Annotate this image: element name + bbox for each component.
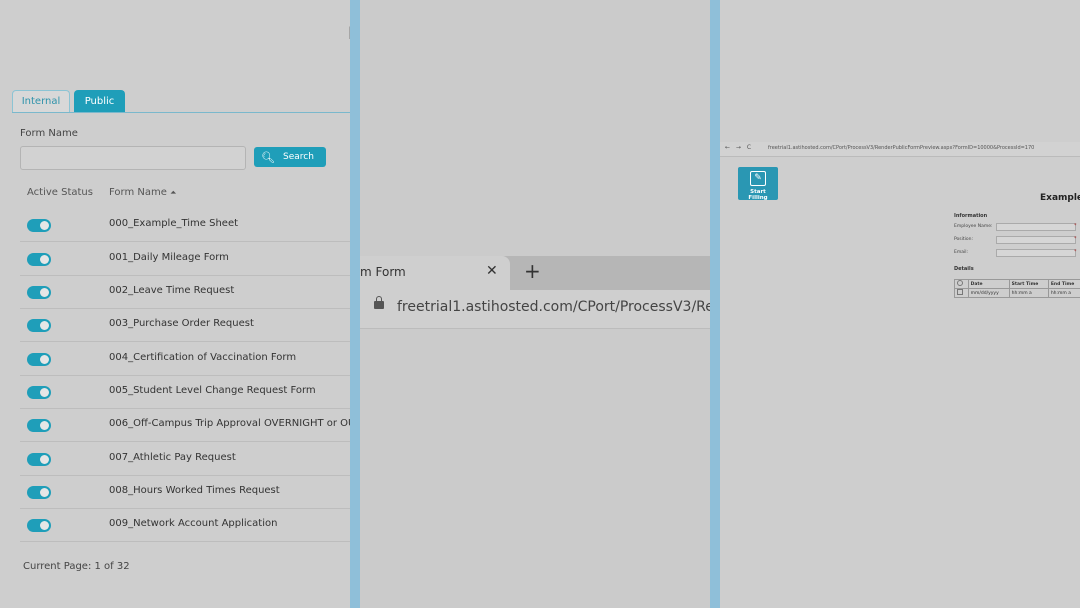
details-table: Date Start Time End Time mm/dd/yyyy hh:m… [954, 279, 1080, 298]
table-row: 004_Certification of Vaccination Form [20, 342, 350, 376]
field-label-employee-name: Employee Name: [954, 224, 993, 229]
table-row: 006_Off-Campus Trip Approval OVERNIGHT o… [20, 408, 350, 442]
form-name-cell[interactable]: 002_Leave Time Request [109, 285, 234, 296]
table-row: 003_Purchase Order Request [20, 308, 350, 342]
table-row: 000_Example_Time Sheet [20, 208, 350, 242]
tab-public[interactable]: Public [74, 90, 125, 113]
tab-internal[interactable]: Internal [12, 90, 70, 113]
section-details: Details [954, 266, 974, 272]
form-name-cell[interactable]: 001_Daily Mileage Form [109, 252, 229, 263]
form-name-cell[interactable]: 004_Certification of Vaccination Form [109, 352, 296, 363]
column-header-form-name-label: Form Name [109, 187, 167, 198]
position-field[interactable] [996, 236, 1076, 244]
column-header-end-time: End Time [1047, 279, 1080, 289]
details-table-header: Date Start Time End Time [954, 279, 1080, 289]
select-all-radio[interactable] [954, 279, 969, 289]
address-url[interactable]: freetrial1.astihosted.com/CPort/ProcessV… [397, 299, 710, 315]
column-header-active-status[interactable]: Active Status [27, 187, 93, 198]
table-row: 001_Daily Mileage Form [20, 242, 350, 276]
mini-address-url[interactable]: freetrial1.astihosted.com/CPort/ProcessV… [768, 145, 1034, 151]
active-toggle[interactable] [27, 453, 51, 466]
start-time-input[interactable]: hh:mm a [1008, 288, 1049, 298]
search-icon: 🔍︎ [261, 151, 275, 164]
form-name-cell[interactable]: 003_Purchase Order Request [109, 318, 254, 329]
active-toggle[interactable] [27, 219, 51, 232]
active-toggle[interactable] [27, 386, 51, 399]
active-toggle[interactable] [27, 519, 51, 532]
form-name-cell[interactable]: 008_Hours Worked Times Request [109, 485, 280, 496]
active-toggle[interactable] [27, 486, 51, 499]
browser-zoom-panel: m Form ✕ + freetrial1.astihosted.com/CPo… [360, 0, 710, 608]
table-row: mm/dd/yyyy hh:mm a hh:mm a [954, 288, 1080, 298]
table-row: 007_Athletic Pay Request [20, 442, 350, 476]
lock-icon [374, 296, 384, 309]
active-toggle[interactable] [27, 286, 51, 299]
column-header-form-name[interactable]: Form Name ⏶ [109, 187, 176, 198]
forms-list-panel: Internal Public Form Name 🔍︎ Search Acti… [0, 0, 350, 608]
row-checkbox[interactable] [954, 288, 969, 298]
start-filling-label: Start Filling [748, 189, 768, 201]
required-mark: * [1074, 236, 1077, 242]
table-row: 005_Student Level Change Request Form [20, 375, 350, 409]
form-name-input[interactable] [20, 146, 246, 170]
required-mark: * [1074, 223, 1077, 229]
table-row: 008_Hours Worked Times Request [20, 475, 350, 509]
pagination-status: Current Page: 1 of 32 [23, 561, 130, 572]
active-toggle[interactable] [27, 353, 51, 366]
start-filling-button[interactable]: ✎ Start Filling [738, 167, 778, 201]
field-label-email: Email: [954, 250, 969, 255]
table-row: 009_Network Account Application [20, 508, 350, 542]
browser-nav-icons[interactable]: ← → C [725, 144, 753, 151]
active-toggle[interactable] [27, 253, 51, 266]
active-toggle[interactable] [27, 419, 51, 432]
field-label-position: Position: [954, 237, 974, 242]
form-name-cell[interactable]: 006_Off-Campus Trip Approval OVERNIGHT o… [109, 418, 350, 429]
tab-divider [12, 112, 350, 113]
form-title: Example [1040, 193, 1080, 203]
section-information: Information [954, 213, 988, 219]
close-tab-icon[interactable]: ✕ [486, 263, 498, 279]
search-button-label: Search [283, 152, 314, 162]
required-mark: * [1074, 249, 1077, 255]
form-name-label: Form Name [20, 128, 78, 139]
employee-name-field[interactable] [996, 223, 1076, 231]
form-name-cell[interactable]: 005_Student Level Change Request Form [109, 385, 316, 396]
column-header-start-time: Start Time [1008, 279, 1049, 289]
date-input[interactable]: mm/dd/yyyy [967, 288, 1010, 298]
form-preview-panel: ← → C freetrial1.astihosted.com/CPort/Pr… [720, 0, 1080, 608]
panel-divider [710, 0, 720, 608]
form-name-cell[interactable]: 009_Network Account Application [109, 518, 277, 529]
form-name-cell[interactable]: 007_Athletic Pay Request [109, 452, 236, 463]
table-row: 002_Leave Time Request [20, 275, 350, 309]
email-field[interactable] [996, 249, 1076, 257]
sort-arrow-icon: ⏶ [170, 188, 177, 197]
panel-divider [350, 0, 360, 608]
search-button[interactable]: 🔍︎ Search [254, 147, 326, 167]
end-time-input[interactable]: hh:mm a [1047, 288, 1080, 298]
active-toggle[interactable] [27, 319, 51, 332]
form-name-cell[interactable]: 000_Example_Time Sheet [109, 218, 238, 229]
edit-pencil-icon: ✎ [750, 171, 766, 186]
new-tab-icon[interactable]: + [524, 259, 541, 283]
browser-tab-title: m Form [360, 265, 406, 279]
column-header-date: Date [967, 279, 1010, 289]
